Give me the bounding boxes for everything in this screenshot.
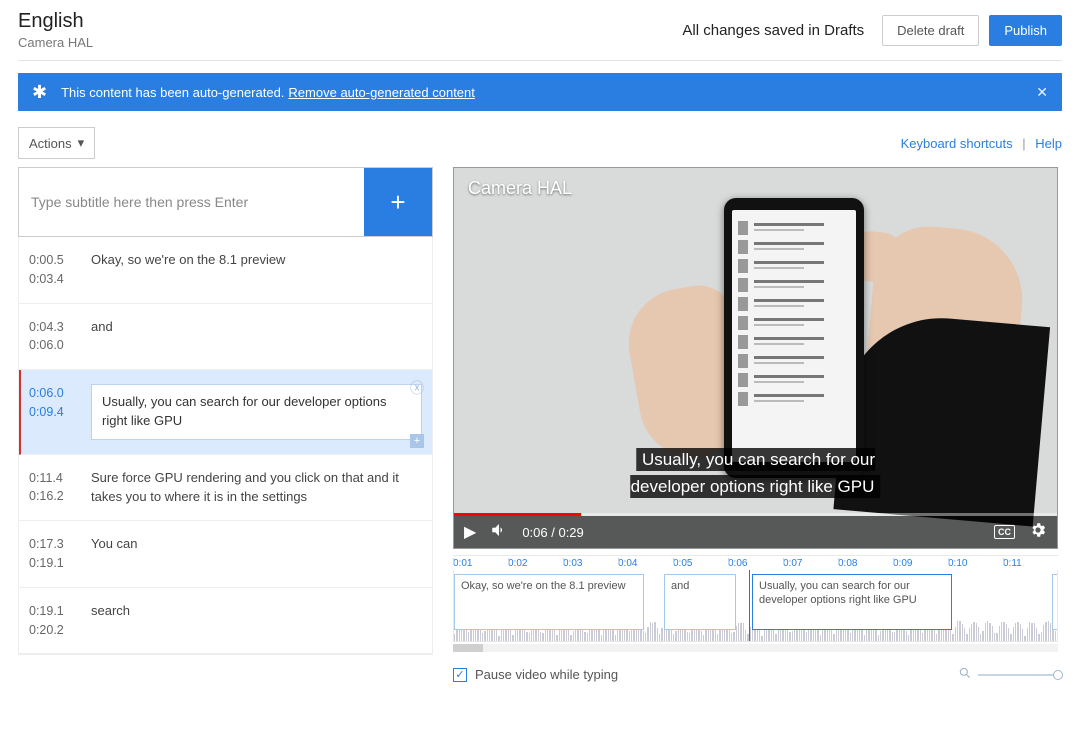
save-status: All changes saved in Drafts — [682, 22, 864, 39]
timeline-segment[interactable]: Usually, you can search for our develope… — [752, 574, 952, 630]
subtitle-row[interactable]: 0:19.10:20.2 search — [19, 588, 432, 655]
zoom-icon — [958, 666, 972, 683]
zoom-control[interactable] — [958, 666, 1058, 683]
timeline-segment[interactable]: S th s — [1052, 574, 1058, 630]
keyboard-shortcuts-link[interactable]: Keyboard shortcuts — [901, 136, 1013, 151]
pause-while-typing-label: Pause video while typing — [475, 667, 618, 682]
subtitle-text: and — [91, 318, 422, 356]
timeline-tick: 0:11 — [1003, 558, 1058, 570]
timeline-tick: 0:04 — [618, 558, 673, 570]
chevron-down-icon: ▾ — [78, 135, 85, 151]
player-caption-overlay: Usually, you can search for our develope… — [605, 446, 907, 500]
subtitle-text-input[interactable]: Usually, you can search for our develope… — [91, 384, 422, 440]
volume-icon[interactable] — [490, 521, 508, 544]
timeline-tick: 0:03 — [563, 558, 618, 570]
subtitle-row[interactable]: 0:06.00:09.4 Usually, you can search for … — [19, 370, 432, 455]
subtitle-text: Sure force GPU rendering and you click o… — [91, 469, 422, 507]
subtitle-row[interactable]: 0:17.30:19.1 You can — [19, 521, 432, 588]
subtitle-row[interactable]: 0:04.30:06.0 and — [19, 304, 432, 371]
timeline-scrollbar[interactable] — [453, 644, 1058, 652]
player-time: 0:06 / 0:29 — [522, 525, 583, 540]
subtitle-text: search — [91, 602, 422, 640]
cc-icon[interactable]: CC — [994, 525, 1015, 539]
video-title: Camera HAL — [18, 35, 93, 50]
actions-dropdown[interactable]: Actions ▾ — [18, 127, 95, 159]
video-player[interactable]: Camera HAL Usually, you can search for o… — [453, 167, 1058, 549]
banner-message: This content has been auto-generated. — [61, 85, 284, 100]
playhead[interactable] — [749, 570, 750, 641]
timeline-segment[interactable]: and — [664, 574, 736, 630]
play-icon[interactable]: ▶ — [464, 522, 476, 542]
remove-autogen-link[interactable]: Remove auto-generated content — [288, 85, 474, 100]
subtitle-input[interactable] — [19, 168, 364, 236]
timeline-tick: 0:02 — [508, 558, 563, 570]
settings-gear-icon[interactable] — [1029, 521, 1047, 544]
timeline-tick: 0:09 — [893, 558, 948, 570]
help-link[interactable]: Help — [1035, 136, 1062, 151]
timeline-tick: 0:10 — [948, 558, 1003, 570]
timeline-segment[interactable]: Okay, so we're on the 8.1 preview — [454, 574, 644, 630]
divider — [18, 60, 1062, 61]
banner-close-icon[interactable]: ✕ — [1036, 84, 1048, 101]
timeline-tick: 0:01 — [453, 558, 508, 570]
star-icon: ✱ — [32, 83, 47, 101]
language-heading: English — [18, 10, 93, 33]
delete-subtitle-icon[interactable]: ⓧ — [410, 378, 424, 398]
separator: | — [1022, 136, 1025, 151]
autogen-banner: ✱ This content has been auto-generated. … — [18, 73, 1062, 111]
add-subtitle-button[interactable]: + — [364, 168, 432, 236]
timeline-tick: 0:06 — [728, 558, 783, 570]
subtitle-times: 0:11.40:16.2 — [29, 469, 77, 507]
actions-label: Actions — [29, 136, 72, 151]
timeline-tick: 0:08 — [838, 558, 893, 570]
subtitle-times: 0:00.50:03.4 — [29, 251, 77, 289]
timeline-tick: 0:07 — [783, 558, 838, 570]
subtitle-list[interactable]: 0:00.50:03.4 Okay, so we're on the 8.1 pr… — [18, 237, 433, 655]
player-title-overlay: Camera HAL — [468, 178, 572, 199]
subtitle-times: 0:17.30:19.1 — [29, 535, 77, 573]
pause-while-typing-checkbox[interactable]: ✓ — [453, 668, 467, 682]
subtitle-times: 0:19.10:20.2 — [29, 602, 77, 640]
timeline[interactable]: 0:010:020:030:040:050:060:070:080:090:10… — [453, 555, 1058, 652]
delete-draft-button[interactable]: Delete draft — [882, 15, 979, 46]
insert-subtitle-icon[interactable]: + — [410, 434, 424, 448]
timeline-tick: 0:05 — [673, 558, 728, 570]
subtitle-row[interactable]: 0:11.40:16.2 Sure force GPU rendering and… — [19, 455, 432, 522]
publish-button[interactable]: Publish — [989, 15, 1062, 46]
subtitle-text: Okay, so we're on the 8.1 preview — [91, 251, 422, 289]
subtitle-text: You can — [91, 535, 422, 573]
subtitle-times: 0:06.00:09.4 — [29, 384, 77, 440]
subtitle-times: 0:04.30:06.0 — [29, 318, 77, 356]
subtitle-row[interactable]: 0:00.50:03.4 Okay, so we're on the 8.1 pr… — [19, 237, 432, 304]
zoom-slider[interactable] — [978, 674, 1058, 676]
